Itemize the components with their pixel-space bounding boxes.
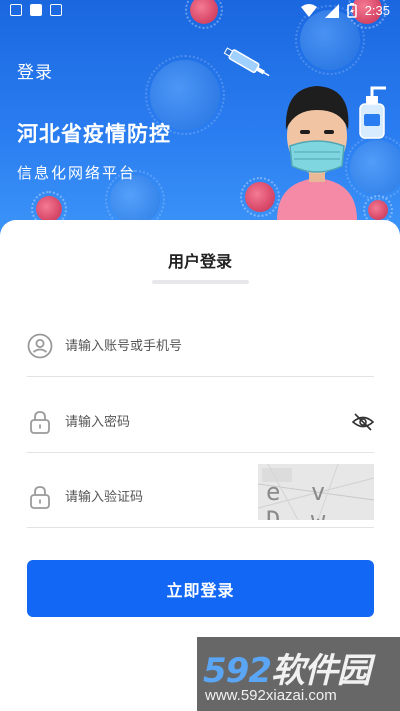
wifi-icon: [300, 3, 317, 17]
app-subtitle: 信息化网络平台: [17, 164, 137, 182]
password-input[interactable]: [65, 411, 295, 433]
eye-off-icon[interactable]: [352, 411, 374, 433]
account-input[interactable]: [65, 335, 295, 357]
lock-icon: [30, 486, 50, 509]
qr-notification-icon: [30, 4, 42, 16]
login-button[interactable]: 立即登录: [27, 560, 374, 617]
page-title: 登录: [17, 63, 53, 83]
status-time: 2:35: [364, 3, 390, 18]
syringe-icon: [223, 47, 270, 77]
virus-decoration: [31, 191, 67, 227]
user-icon: [27, 333, 53, 359]
app-notification-icon: [50, 4, 62, 16]
status-bar: 2:35: [0, 0, 400, 24]
virus-decoration: [240, 177, 280, 217]
signal-icon: [324, 3, 339, 18]
watermark-logo-text: 软件园: [270, 651, 371, 691]
captcha-input[interactable]: [65, 486, 235, 508]
password-field: [27, 397, 374, 453]
captcha-image[interactable]: e v D w: [258, 464, 374, 520]
title-underline: [152, 280, 249, 284]
watermark-logo: 592软件园: [203, 643, 371, 692]
header-banner: 2:35 登录 河北省疫情防控 信息化网络平台: [0, 0, 400, 240]
watermark: 592软件园 www.592xiazai.com: [197, 637, 400, 711]
image-notification-icon: [10, 4, 22, 16]
app-title: 河北省疫情防控: [17, 122, 171, 146]
watermark-url: www.592xiazai.com: [205, 687, 337, 704]
login-title: 用户登录: [167, 252, 232, 271]
captcha-field: e v D w: [27, 464, 374, 528]
account-field: [27, 321, 374, 377]
battery-icon: [346, 3, 357, 18]
watermark-logo-digits: 592: [203, 651, 272, 691]
virus-decoration: [363, 195, 393, 225]
masked-person-illustration: [277, 86, 357, 220]
lock-icon: [30, 411, 50, 434]
captcha-text: e v D w: [266, 478, 334, 520]
